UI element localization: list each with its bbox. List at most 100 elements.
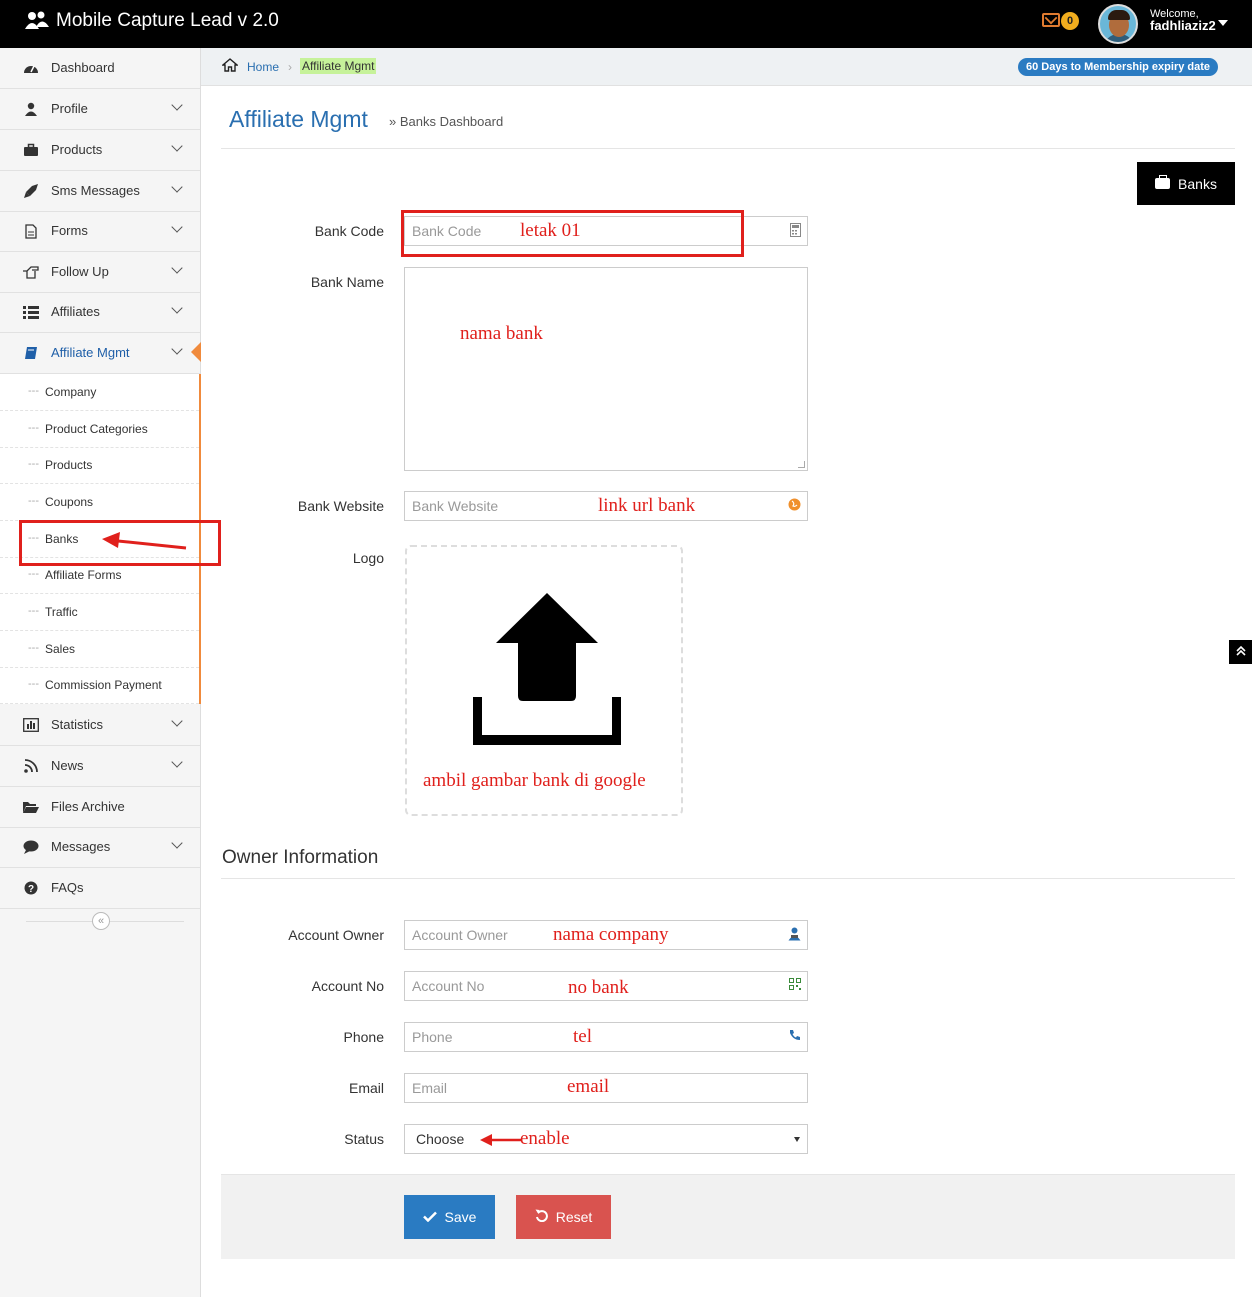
sidebar-collapse-button[interactable]: « <box>92 912 110 930</box>
bar-chart-icon <box>22 717 40 733</box>
rss-icon <box>22 758 40 774</box>
annotation-bank-name: nama bank <box>460 323 543 344</box>
home-icon[interactable] <box>221 58 239 76</box>
bank-website-placeholder: Bank Website <box>412 498 499 514</box>
sidebar-item-label: Products <box>51 142 103 157</box>
sidebar-item-products[interactable]: Products <box>0 130 200 171</box>
email-label: Email <box>348 1080 384 1096</box>
sidebar-item-dashboard[interactable]: Dashboard <box>0 48 200 89</box>
double-chevron-up-icon <box>1235 645 1246 656</box>
hand-pointer-icon <box>22 264 40 280</box>
user-tie-icon <box>788 927 801 944</box>
sidebar-item-label: Affiliates <box>51 304 100 319</box>
briefcase-icon <box>1155 175 1171 189</box>
account-no-label: Account No <box>311 978 384 994</box>
logo-label: Logo <box>352 550 384 566</box>
submenu-item-label: Sales <box>45 642 76 656</box>
annotation-logo: ambil gambar bank di google <box>423 770 646 791</box>
annotation-arrow-banks <box>102 532 187 550</box>
question-circle-icon: ? <box>22 880 40 896</box>
submenu-item-sales[interactable]: --- Sales <box>0 631 199 668</box>
submenu-item-label: Company <box>45 385 97 399</box>
sidebar-item-forms[interactable]: Forms <box>0 211 200 252</box>
app-brand[interactable]: Mobile Capture Lead v 2.0 <box>24 10 279 32</box>
submenu-item-label: Coupons <box>45 495 94 509</box>
bank-name-textarea[interactable] <box>404 267 808 471</box>
phone-placeholder: Phone <box>412 1029 453 1045</box>
active-menu-marker <box>191 342 201 362</box>
status-select[interactable]: Choose <box>404 1124 808 1154</box>
account-no-placeholder: Account No <box>412 978 485 994</box>
sidebar-item-profile[interactable]: Profile <box>0 89 200 130</box>
annotation-status: enable <box>520 1128 570 1149</box>
caret-down-icon[interactable] <box>1218 20 1228 26</box>
annotation-arrow-status <box>480 1134 522 1146</box>
dashboard-icon <box>22 60 40 76</box>
sidebar-item-affiliate-mgmt[interactable]: Affiliate Mgmt <box>0 333 200 374</box>
book-icon <box>22 345 40 361</box>
sidebar-item-follow-up[interactable]: Follow Up <box>0 252 200 293</box>
bank-name-label: Bank Name <box>310 274 384 290</box>
user-menu[interactable]: Welcome, fadhliaziz2 <box>1150 8 1216 33</box>
sidebar-item-statistics[interactable]: Statistics <box>0 705 200 746</box>
sidebar-item-label: Files Archive <box>51 799 125 814</box>
caret-down-icon <box>794 1137 800 1142</box>
phone-field[interactable]: Phone <box>404 1022 808 1052</box>
top-navbar: Mobile Capture Lead v 2.0 0 Welcome, fad… <box>0 0 1252 48</box>
sidebar-item-faqs[interactable]: ? FAQs <box>0 868 200 909</box>
chevron-down-icon <box>171 837 183 849</box>
chevron-down-icon <box>171 99 183 111</box>
form-actions <box>221 1174 1235 1259</box>
sidebar-item-label: Affiliate Mgmt <box>51 345 130 360</box>
submenu-item-products[interactable]: --- Products <box>0 447 199 484</box>
briefcase-icon <box>22 142 40 158</box>
sidebar-item-news[interactable]: News <box>0 746 200 787</box>
submenu-item-product-categories[interactable]: --- Product Categories <box>0 411 199 448</box>
avatar[interactable] <box>1098 4 1138 44</box>
submenu-item-label: Traffic <box>45 605 78 619</box>
submenu-item-commission-payment[interactable]: --- Commission Payment <box>0 667 199 704</box>
qrcode-icon <box>789 978 801 993</box>
sidebar-item-sms-messages[interactable]: Sms Messages <box>0 171 200 212</box>
users-icon <box>24 11 50 31</box>
mail-count-badge[interactable]: 0 <box>1061 12 1079 30</box>
envelope-icon[interactable] <box>1042 13 1060 27</box>
scroll-to-top-button[interactable] <box>1229 640 1252 664</box>
comment-icon <box>22 839 40 855</box>
annotation-email: email <box>567 1076 610 1097</box>
submenu-item-coupons[interactable]: --- Coupons <box>0 484 199 521</box>
banks-button[interactable]: Banks <box>1137 162 1235 205</box>
bank-code-label: Bank Code <box>314 223 384 239</box>
submenu-item-label: Commission Payment <box>45 678 162 692</box>
reset-button[interactable]: Reset <box>516 1195 611 1239</box>
membership-expiry-badge: 60 Days to Membership expiry date <box>1018 58 1219 76</box>
divider <box>221 878 1235 879</box>
sidebar-item-label: Messages <box>51 839 111 854</box>
folder-open-icon <box>22 799 40 815</box>
user-icon <box>22 101 40 117</box>
chevron-down-icon <box>171 262 183 274</box>
sidebar-item-label: Profile <box>51 101 88 116</box>
chevron-down-icon <box>171 221 183 233</box>
submenu-item-company[interactable]: --- Company <box>0 374 199 411</box>
sidebar-item-files-archive[interactable]: Files Archive <box>0 787 200 828</box>
username: fadhliaziz2 <box>1150 18 1216 33</box>
submenu-item-traffic[interactable]: --- Traffic <box>0 594 199 631</box>
sidebar-item-label: Follow Up <box>51 264 109 279</box>
upload-icon <box>473 593 621 745</box>
resize-grip-icon[interactable] <box>798 461 805 468</box>
save-button[interactable]: Save <box>404 1195 495 1239</box>
chevron-down-icon <box>171 756 183 768</box>
save-button-label: Save <box>444 1209 477 1225</box>
annotation-phone: tel <box>573 1026 592 1047</box>
phone-label: Phone <box>343 1029 384 1045</box>
breadcrumb-home-link[interactable]: Home <box>247 60 279 74</box>
breadcrumb-separator: › <box>288 60 292 74</box>
sidebar-item-messages[interactable]: Messages <box>0 827 200 868</box>
account-owner-placeholder: Account Owner <box>412 927 508 943</box>
app-title: Mobile Capture Lead v 2.0 <box>56 10 279 31</box>
phone-icon <box>789 1029 801 1044</box>
list-icon <box>22 304 40 320</box>
sidebar-item-label: Dashboard <box>51 60 115 75</box>
sidebar-item-affiliates[interactable]: Affiliates <box>0 292 200 333</box>
